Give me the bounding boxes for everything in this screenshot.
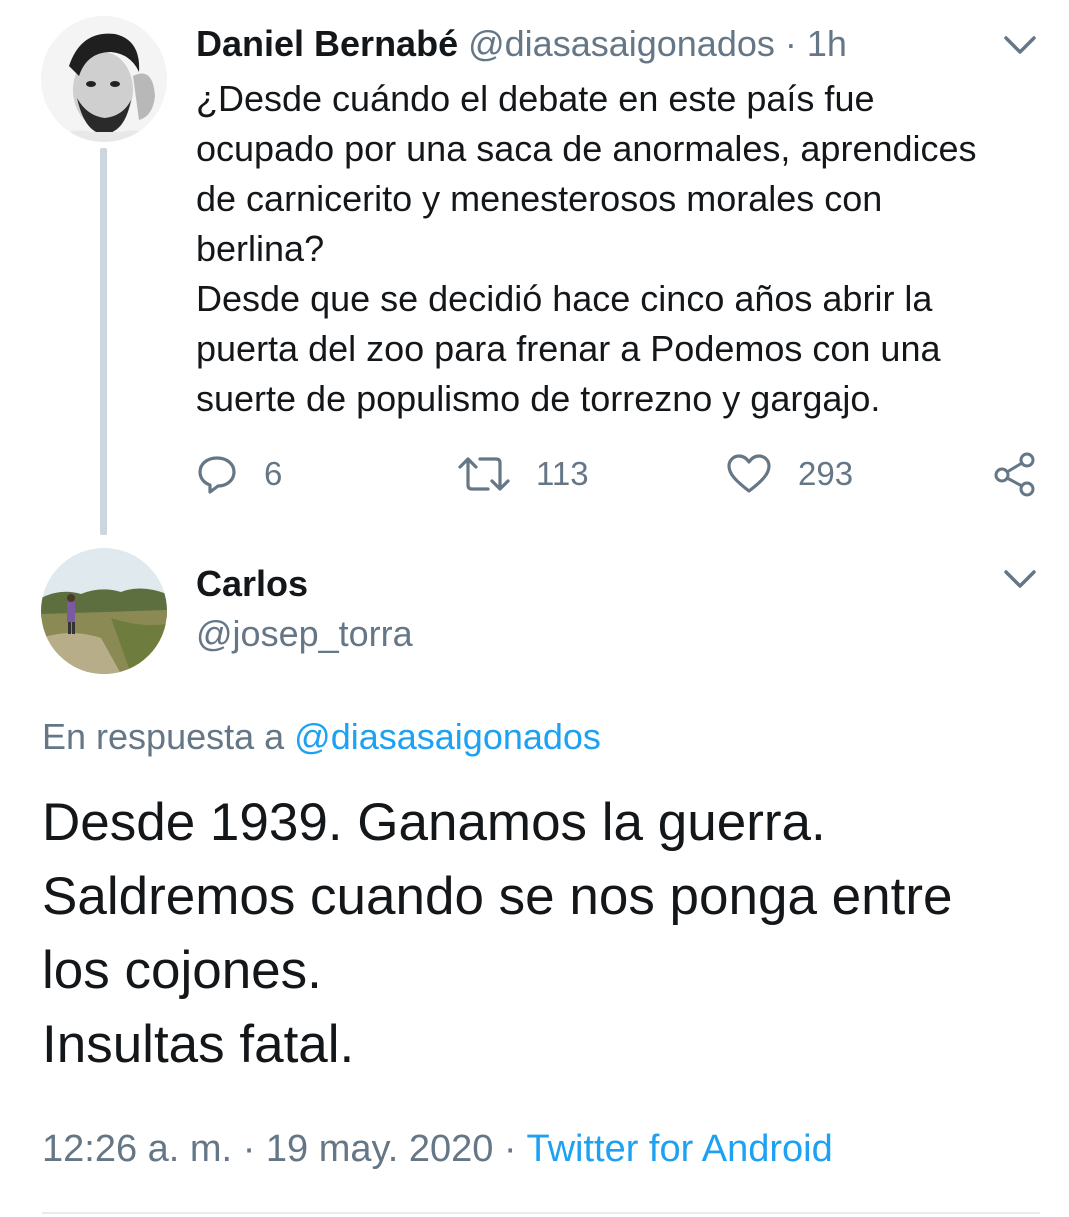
- tweet-actions: 6 113 293: [196, 446, 1041, 502]
- chevron-down-icon[interactable]: [1000, 30, 1040, 60]
- chevron-down-icon[interactable]: [1000, 564, 1040, 594]
- like-count: 293: [798, 455, 854, 492]
- author-handle[interactable]: @diasasaigonados: [468, 23, 775, 64]
- retweet-icon: [458, 453, 510, 495]
- tweet-source-link[interactable]: Twitter for Android: [526, 1128, 832, 1170]
- reply-icon: [196, 453, 238, 495]
- tweet-time[interactable]: 12:26 a. m.: [42, 1128, 232, 1170]
- reply-to-handle-link[interactable]: @diasasaigonados: [294, 716, 601, 757]
- header-separator: ·: [784, 23, 797, 64]
- author-name[interactable]: Carlos: [196, 562, 308, 606]
- divider: [42, 1212, 1040, 1214]
- tweet-header: Daniel Bernabé @diasasaigonados · 1h: [196, 22, 986, 66]
- like-button[interactable]: 293: [726, 446, 853, 502]
- reply-context: En respuesta a @diasasaigonados: [42, 714, 601, 760]
- tweet-thread: Daniel Bernabé @diasasaigonados · 1h ¿De…: [0, 0, 1069, 1217]
- avatar[interactable]: [41, 548, 167, 674]
- avatar[interactable]: [41, 16, 167, 142]
- tweet-text: ¿Desde cuándo el debate en este país fue…: [196, 78, 977, 419]
- tweet-text: Desde 1939. Ganamos la guerra. Saldremos…: [42, 793, 953, 1074]
- tweet-time-ago[interactable]: 1h: [807, 23, 847, 64]
- retweet-count: 113: [536, 455, 589, 492]
- reply-prefix: En respuesta a: [42, 716, 285, 757]
- meta-separator: ·: [242, 1128, 256, 1170]
- tweet-meta: 12:26 a. m. · 19 may. 2020 · Twitter for…: [42, 1124, 833, 1174]
- tweet-date[interactable]: 19 may. 2020: [266, 1128, 493, 1170]
- heart-icon: [726, 453, 772, 495]
- meta-separator: ·: [503, 1128, 517, 1170]
- retweet-button[interactable]: 113: [458, 446, 589, 502]
- share-icon: [992, 451, 1038, 497]
- thread-connector-line: [100, 148, 107, 535]
- reply-count: 6: [264, 455, 283, 492]
- author-name[interactable]: Daniel Bernabé: [196, 23, 458, 64]
- author-handle[interactable]: @josep_torra: [196, 612, 413, 656]
- share-button[interactable]: [992, 446, 1038, 502]
- reply-button[interactable]: 6: [196, 446, 282, 502]
